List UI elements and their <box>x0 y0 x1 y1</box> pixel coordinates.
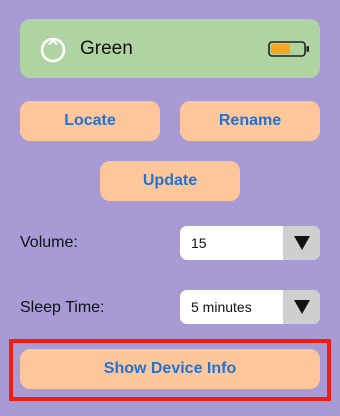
device-card: Green <box>20 19 320 78</box>
sleep-time-value: 5 minutes <box>191 299 252 315</box>
battery-fill <box>271 44 291 54</box>
update-button[interactable]: Update <box>100 161 240 201</box>
sleep-time-dropdown-button[interactable] <box>283 290 320 324</box>
power-ring-icon <box>40 37 66 63</box>
volume-select[interactable]: 15 <box>180 226 320 260</box>
triangle-down-icon <box>293 236 310 250</box>
sleep-time-label: Sleep Time: <box>20 299 105 316</box>
volume-dropdown-button[interactable] <box>283 226 320 260</box>
rename-button[interactable]: Rename <box>180 101 320 141</box>
triangle-down-icon <box>293 300 310 314</box>
volume-value: 15 <box>191 235 207 251</box>
volume-label: Volume: <box>20 234 78 251</box>
show-device-info-button[interactable]: Show Device Info <box>20 349 320 389</box>
sleep-time-select[interactable]: 5 minutes <box>180 290 320 324</box>
battery-icon <box>268 41 309 57</box>
locate-button[interactable]: Locate <box>20 101 160 141</box>
device-name: Green <box>80 38 133 59</box>
